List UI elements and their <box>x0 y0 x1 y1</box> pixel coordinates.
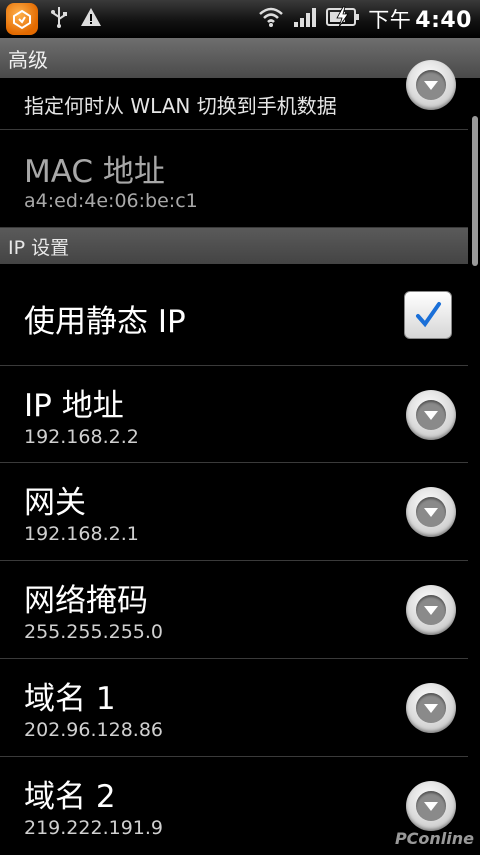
netmask-title: 网络掩码 <box>24 583 148 619</box>
dns1-title: 域名 1 <box>24 681 116 717</box>
wifi-icon <box>258 6 284 32</box>
wlan-switch-policy-subtitle: 指定何时从 WLAN 切换到手机数据 <box>24 94 337 118</box>
netmask-dropdown[interactable] <box>406 585 456 635</box>
status-bar: 下午 4:40 <box>0 0 480 38</box>
dns1-dropdown[interactable] <box>406 683 456 733</box>
chevron-down-icon <box>416 400 446 430</box>
app-badge-icon <box>6 3 38 35</box>
checkmark-icon <box>416 302 441 328</box>
usb-icon <box>50 5 68 33</box>
static-ip-title: 使用静态 IP <box>24 304 186 340</box>
ip-address-title: IP 地址 <box>24 388 124 424</box>
signal-icon <box>292 6 318 32</box>
dns1-value: 202.96.128.86 <box>24 719 164 741</box>
ip-address-dropdown[interactable] <box>406 390 456 440</box>
title-bar: 高级 <box>0 38 480 78</box>
gateway-title: 网关 <box>24 485 86 521</box>
netmask-row[interactable]: 网络掩码 255.255.255.0 <box>0 561 468 659</box>
static-ip-row[interactable]: 使用静态 IP <box>0 264 468 366</box>
chevron-down-icon <box>416 693 446 723</box>
mac-address-value: a4:ed:4e:06:be:c1 <box>24 190 198 212</box>
clock-ampm: 下午 <box>368 8 412 32</box>
page-title: 高级 <box>8 47 48 72</box>
watermark-logo: PConline <box>280 794 480 854</box>
settings-list[interactable]: 指定何时从 WLAN 切换到手机数据 MAC 地址 a4:ed:4e:06:be… <box>0 60 468 855</box>
static-ip-checkbox[interactable] <box>404 291 452 339</box>
ip-address-row[interactable]: IP 地址 192.168.2.2 <box>0 366 468 463</box>
wlan-switch-policy-dropdown[interactable] <box>406 60 456 110</box>
dns2-value: 219.222.191.9 <box>24 817 164 839</box>
gateway-value: 192.168.2.1 <box>24 523 139 545</box>
dns1-row[interactable]: 域名 1 202.96.128.86 <box>0 659 468 757</box>
clock-time: 4:40 <box>415 8 472 33</box>
battery-charging-icon <box>326 5 360 33</box>
gateway-row[interactable]: 网关 192.168.2.1 <box>0 463 468 561</box>
mac-address-row: MAC 地址 a4:ed:4e:06:be:c1 <box>0 130 468 228</box>
chevron-down-icon <box>416 70 446 100</box>
dns2-title: 域名 2 <box>24 779 116 815</box>
chevron-down-icon <box>416 497 446 527</box>
ip-settings-label: IP 设置 <box>8 236 70 259</box>
gateway-dropdown[interactable] <box>406 487 456 537</box>
status-clock: 下午 4:40 <box>368 4 472 34</box>
wlan-switch-policy-row[interactable]: 指定何时从 WLAN 切换到手机数据 <box>0 60 468 130</box>
chevron-down-icon <box>416 595 446 625</box>
ip-settings-section-header: IP 设置 <box>0 228 468 264</box>
mac-address-title: MAC 地址 <box>24 154 165 190</box>
netmask-value: 255.255.255.0 <box>24 621 164 643</box>
scrollbar[interactable] <box>472 116 478 266</box>
watermark-text: PConline <box>394 829 474 848</box>
ip-address-value: 192.168.2.2 <box>24 426 139 448</box>
warning-icon <box>80 7 102 31</box>
